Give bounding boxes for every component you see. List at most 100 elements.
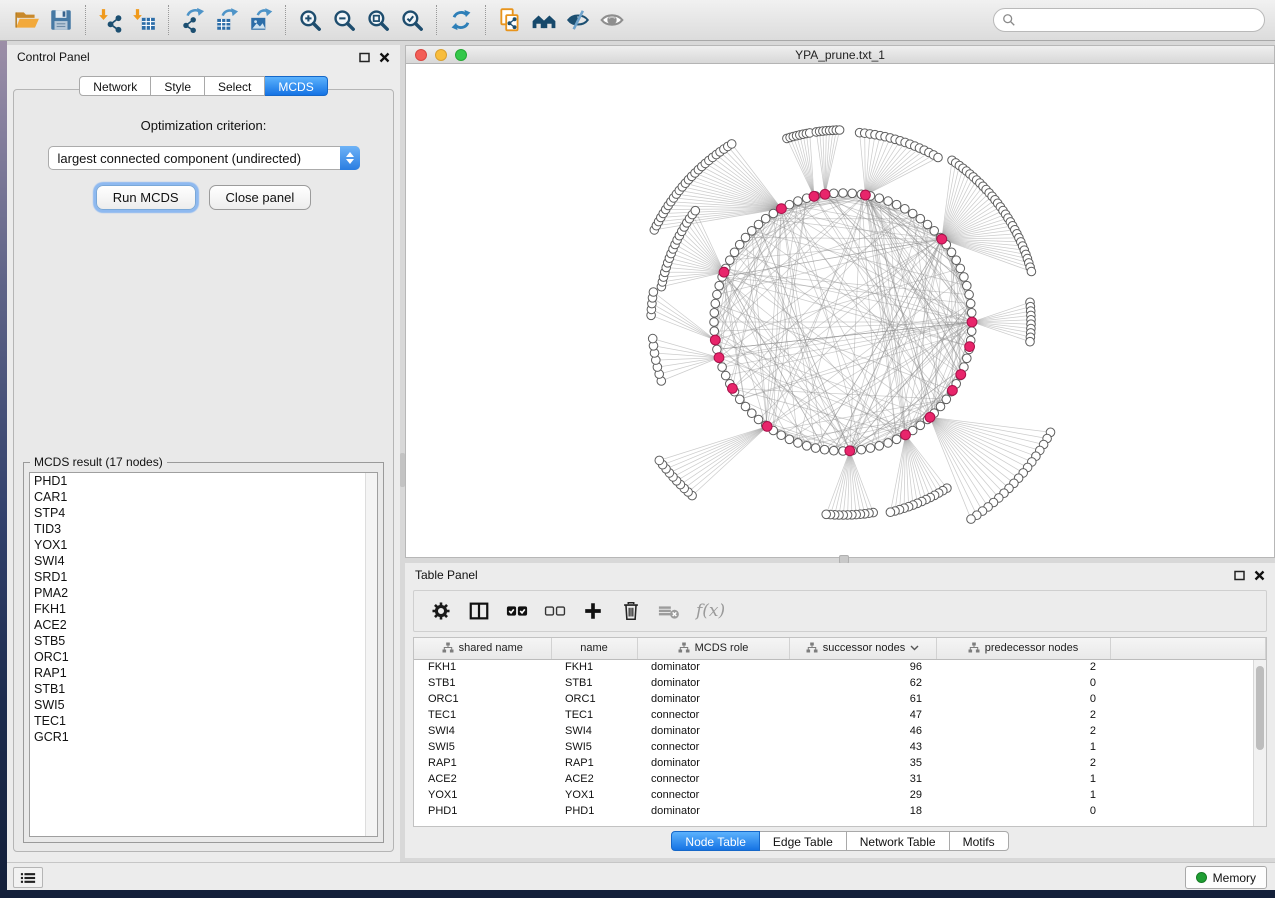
network-node[interactable]	[822, 510, 831, 519]
table-row[interactable]: PHD1PHD1dominator180	[414, 803, 1266, 819]
network-node[interactable]	[839, 189, 848, 198]
network-node[interactable]	[884, 197, 893, 206]
table-row[interactable]: FKH1FKH1dominator962	[414, 659, 1266, 675]
network-node[interactable]	[936, 402, 945, 411]
column-header-shared-name[interactable]: shared name	[414, 638, 551, 659]
search-box[interactable]	[993, 8, 1265, 32]
tab-style[interactable]: Style	[151, 76, 205, 96]
table-scrollbar[interactable]	[1253, 660, 1266, 826]
network-node[interactable]	[777, 431, 786, 440]
network-node[interactable]	[718, 363, 727, 372]
mcds-result-item[interactable]: YOX1	[30, 537, 377, 553]
network-node[interactable]	[761, 214, 770, 223]
network-node[interactable]	[785, 435, 794, 444]
columns-icon[interactable]	[462, 595, 496, 627]
table-row[interactable]: SWI4SWI4dominator462	[414, 723, 1266, 739]
network-node[interactable]	[916, 214, 925, 223]
network-node[interactable]	[1027, 267, 1036, 276]
column-header-successor-nodes[interactable]: successor nodes	[789, 638, 936, 659]
mcds-result-item[interactable]: TID3	[30, 521, 377, 537]
network-node[interactable]	[934, 153, 943, 162]
network-node[interactable]	[857, 445, 866, 454]
network-node[interactable]	[952, 256, 961, 265]
network-node[interactable]	[727, 140, 736, 149]
zoom-out-icon[interactable]	[327, 4, 361, 36]
select-all-icon[interactable]	[500, 595, 534, 627]
mcds-result-item[interactable]: ACE2	[30, 617, 377, 633]
close-panel-button[interactable]: Close panel	[209, 185, 312, 210]
network-node[interactable]	[735, 240, 744, 249]
tab-network[interactable]: Network	[79, 76, 151, 96]
network-dominator-node[interactable]	[710, 335, 720, 345]
mcds-result-item[interactable]: STB1	[30, 681, 377, 697]
task-history-button[interactable]	[13, 867, 43, 888]
export-image-icon[interactable]	[244, 4, 278, 36]
mcds-result-item[interactable]: SWI4	[30, 553, 377, 569]
network-node[interactable]	[835, 126, 844, 135]
network-node[interactable]	[886, 508, 895, 517]
memory-button[interactable]: Memory	[1185, 866, 1267, 889]
network-node[interactable]	[956, 264, 965, 273]
mcds-result-item[interactable]: SWI5	[30, 697, 377, 713]
tab-motifs[interactable]: Motifs	[950, 831, 1009, 851]
mcds-result-item[interactable]: ORC1	[30, 649, 377, 665]
gear-icon[interactable]	[424, 595, 458, 627]
network-node[interactable]	[794, 439, 803, 448]
network-node[interactable]	[966, 299, 975, 308]
mcds-result-item[interactable]: PMA2	[30, 585, 377, 601]
network-node[interactable]	[820, 445, 829, 454]
eye-icon[interactable]	[595, 4, 629, 36]
run-mcds-button[interactable]: Run MCDS	[96, 185, 196, 210]
network-dominator-node[interactable]	[845, 446, 855, 456]
network-node[interactable]	[713, 290, 722, 299]
tab-mcds[interactable]: MCDS	[265, 76, 327, 96]
network-node[interactable]	[741, 233, 750, 242]
table-row[interactable]: RAP1RAP1dominator352	[414, 755, 1266, 771]
network-node[interactable]	[963, 281, 972, 290]
hide-eye-icon[interactable]	[561, 4, 595, 36]
import-table-icon[interactable]	[127, 4, 161, 36]
network-dominator-node[interactable]	[967, 317, 977, 327]
float-icon[interactable]	[1234, 570, 1245, 581]
tab-node-table[interactable]: Node Table	[671, 831, 760, 851]
network-node[interactable]	[875, 194, 884, 203]
network-node[interactable]	[916, 421, 925, 430]
network-node[interactable]	[754, 415, 763, 424]
network-node[interactable]	[721, 371, 730, 380]
network-dominator-node[interactable]	[901, 430, 911, 440]
mcds-result-item[interactable]: RAP1	[30, 665, 377, 681]
close-icon[interactable]	[1254, 570, 1265, 581]
network-node[interactable]	[741, 402, 750, 411]
network-node[interactable]	[830, 446, 839, 455]
refresh-icon[interactable]	[444, 4, 478, 36]
mcds-result-item[interactable]: FKH1	[30, 601, 377, 617]
deselect-all-icon[interactable]	[538, 595, 572, 627]
network-dominator-node[interactable]	[820, 189, 830, 199]
network-node[interactable]	[875, 442, 884, 451]
network-dominator-node[interactable]	[925, 412, 935, 422]
mcds-result-item[interactable]: TEC1	[30, 713, 377, 729]
network-dominator-node[interactable]	[719, 267, 729, 277]
table-row[interactable]: TEC1TEC1connector472	[414, 707, 1266, 723]
network-node[interactable]	[901, 205, 910, 214]
network-node[interactable]	[649, 288, 658, 297]
network-node[interactable]	[730, 248, 739, 257]
tab-select[interactable]: Select	[205, 76, 265, 96]
network-node[interactable]	[655, 456, 664, 465]
network-node[interactable]	[710, 318, 719, 327]
network-node[interactable]	[710, 309, 719, 318]
mcds-result-item[interactable]: GCR1	[30, 729, 377, 745]
clone-network-icon[interactable]	[493, 4, 527, 36]
network-node[interactable]	[866, 444, 875, 453]
network-node[interactable]	[967, 515, 976, 524]
network-node[interactable]	[960, 273, 969, 282]
mcds-result-item[interactable]: SRD1	[30, 569, 377, 585]
network-node[interactable]	[691, 206, 700, 215]
network-node[interactable]	[942, 395, 951, 404]
add-icon[interactable]	[576, 595, 610, 627]
network-node[interactable]	[711, 299, 720, 308]
houses-icon[interactable]	[527, 4, 561, 36]
network-node[interactable]	[848, 189, 857, 198]
mcds-result-item[interactable]: PHD1	[30, 473, 377, 489]
column-header-name[interactable]: name	[551, 638, 637, 659]
